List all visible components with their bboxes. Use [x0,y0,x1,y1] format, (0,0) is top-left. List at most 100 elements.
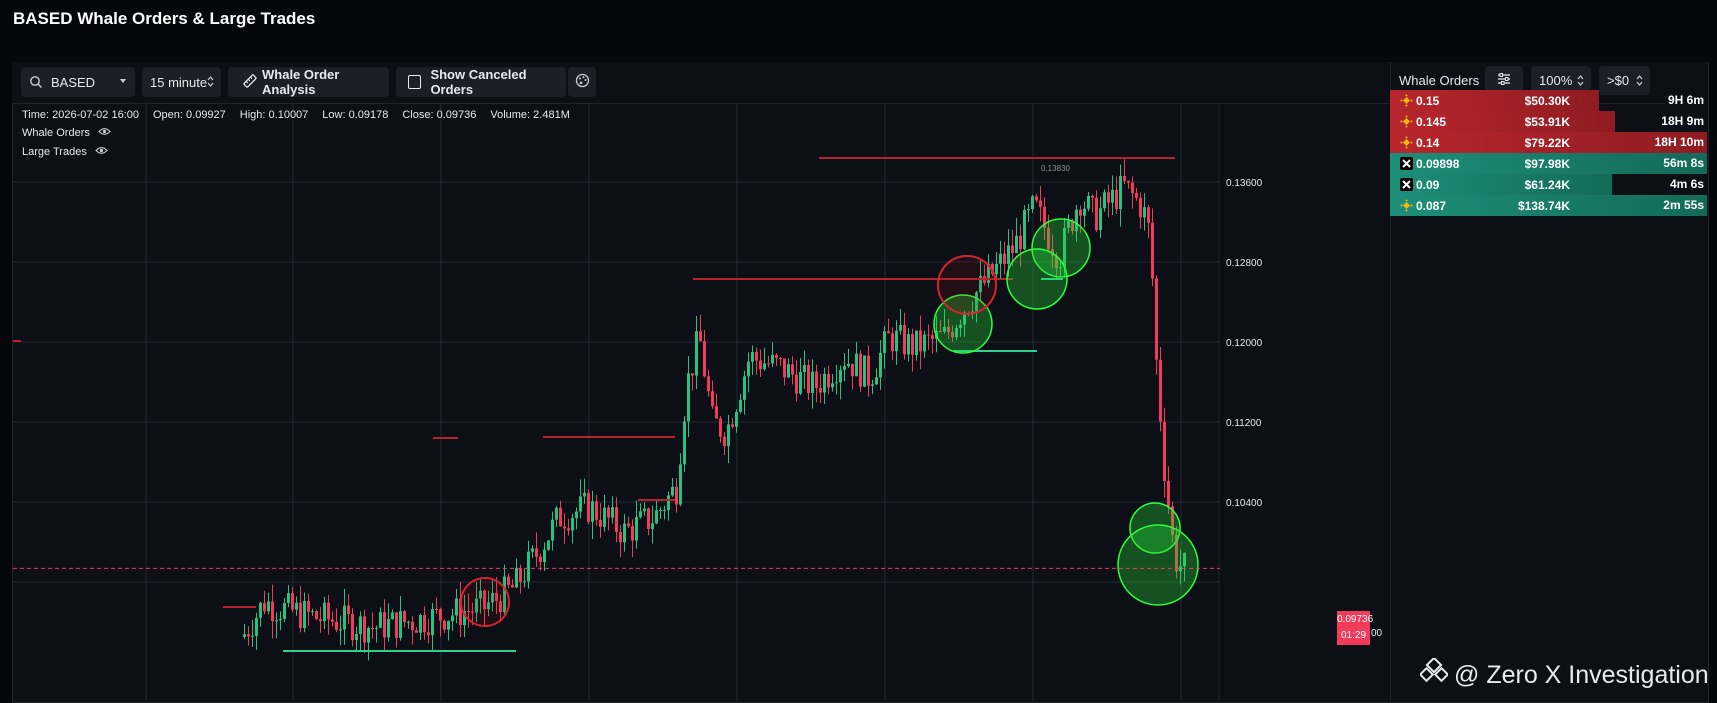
show-canceled-orders-toggle[interactable]: Show Canceled Orders [396,67,566,97]
candle-body [1079,209,1082,216]
candle-body [879,352,882,378]
whale-order-row[interactable]: 0.09 $61.24K 4m 6s [1390,174,1707,196]
symbol-search[interactable]: BASED [21,67,135,97]
eye-icon[interactable] [98,127,111,139]
candle-body [315,611,318,620]
diamond-logo-icon [1418,656,1450,693]
candle-body [1035,196,1038,201]
checkbox-icon[interactable] [408,75,422,89]
candle-body [655,510,658,524]
candle-body [1147,207,1150,223]
whale-order-row[interactable]: 0.145 $53.91K 18H 9m [1390,111,1707,133]
legend-whale-orders[interactable]: Whale Orders [22,127,111,139]
legend-large-trades[interactable]: Large Trades [22,146,108,158]
candle-body [831,383,834,388]
candle-body [863,355,866,387]
candle-body [523,581,526,583]
candle-body [1131,182,1134,194]
interval-label: 15 minute [150,74,208,90]
candle-body [899,325,902,331]
min-value-label: >$0 [1607,73,1630,88]
percent-value: 100% [1539,73,1573,88]
ohlc-open: Open: 0.09927 [153,109,226,121]
order-amount: $50.30K [1524,94,1570,108]
candle-body [719,418,722,437]
ohlc-volume: Volume: 2.481M [490,109,570,121]
candle-body [1107,192,1110,203]
symbol-input[interactable]: BASED [51,75,95,90]
candle-body [663,510,666,512]
candle-body [267,601,270,612]
candle-body [1135,193,1138,198]
candle-body [1039,200,1042,207]
sort-arrows-icon [207,75,214,91]
candle-body [607,507,610,518]
candle-body [679,464,682,505]
price-chart[interactable]: 0.13600 0.12800 0.12000 0.11200 0.10400 0.138… [13,104,1389,701]
candle-body [319,619,322,622]
order-age: 9H 6m [1664,92,1707,109]
candle-body [507,576,510,585]
whale-order-row[interactable]: 0.14 $79.22K 18H 10m [1390,132,1707,154]
candle-body [743,376,746,400]
candle-body [647,508,650,529]
candle-body [435,608,438,610]
candle-body [923,334,926,352]
candle-body [379,612,382,628]
candle-body [859,353,862,387]
candle-body [915,330,918,355]
candle-body [683,421,686,465]
candle-body [851,363,854,377]
candle-body [427,632,430,636]
candle-body [695,331,698,376]
candle-body [263,602,266,612]
whale-order-analysis-button[interactable]: Whale Order Analysis [228,67,389,97]
candle-body [711,391,714,407]
candle-body [611,507,614,518]
whale-order-row[interactable]: 0.087 $138.74K 2m 55s [1390,195,1707,217]
candle-body [299,602,302,629]
candle-body [531,548,534,552]
search-icon [29,75,43,89]
candle-body [707,376,710,392]
interval-select[interactable]: 15 minute [142,67,221,97]
candle-body [563,526,566,529]
legend-large-trades-label: Large Trades [22,146,87,158]
candle-body [295,602,298,610]
candle-body [447,621,450,630]
whale-order-row[interactable]: 0.09898 $97.98K 56m 8s [1390,153,1707,175]
candle-body [895,330,898,352]
color-palette-button[interactable] [568,67,596,97]
candle-body [399,611,402,638]
candle-body [755,351,758,361]
candle-body [691,373,694,376]
y-axis-tick-label: 0.12800 [1226,258,1263,269]
y-axis-tick-label: 0.12000 [1226,338,1263,349]
candlestick-chart[interactable]: 0.13600 0.12800 0.12000 0.11200 0.10400 0.138… [13,104,1389,701]
show-canceled-orders-label: Show Canceled Orders [430,67,527,97]
candle-body [883,331,886,353]
candle-body [383,612,386,638]
candle-body [803,364,806,372]
candle-body [599,519,602,527]
candle-body [807,364,810,394]
ohlc-low: Low: 0.09178 [322,109,389,121]
candle-body [595,501,598,520]
candle-body [323,602,326,622]
eye-icon[interactable] [95,146,108,158]
order-age: 18H 9m [1658,113,1707,130]
candle-body [1095,197,1098,231]
candle-body [727,424,730,447]
candle-body [303,600,306,629]
candle-body [995,263,998,274]
candle-body [279,618,282,621]
candle-body [359,616,362,634]
whale-order-row[interactable]: 0.15 $50.30K 9H 6m [1390,90,1707,112]
candle-body [307,600,310,612]
candle-body [903,325,906,355]
candle-countdown: 01:29 [1340,630,1367,641]
candle-body [795,374,798,394]
candle-body [931,335,934,339]
large-buy-trade-bubble [1117,524,1199,606]
candle-body [1027,208,1030,211]
